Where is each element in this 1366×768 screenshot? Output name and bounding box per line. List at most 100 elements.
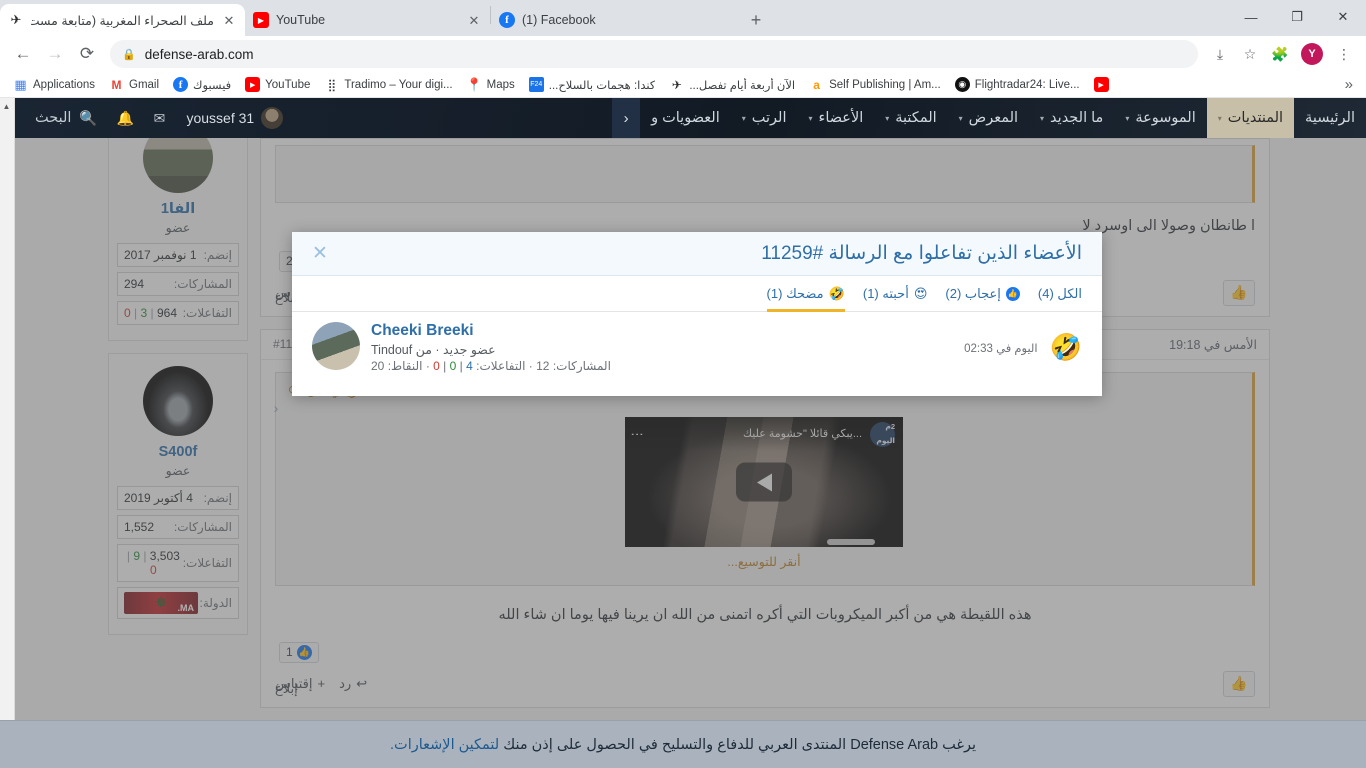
maps-pin-icon: 📍 bbox=[467, 77, 482, 92]
chevron-down-icon: ▾ bbox=[1125, 114, 1129, 123]
tab-funny[interactable]: 🤣 مضحك (1) bbox=[767, 276, 845, 312]
new-tab-button[interactable]: + bbox=[742, 6, 770, 34]
puzzle-icon[interactable]: 🧩 bbox=[1266, 40, 1294, 68]
bookmark-label: الآن أربعة أيام تفصل... bbox=[689, 78, 795, 92]
nav-item-forums[interactable]: المنتديات ▾ bbox=[1207, 98, 1294, 138]
page-scrollbar[interactable]: ▲ ▼ bbox=[0, 98, 15, 768]
reactions-positive: 4 bbox=[466, 359, 473, 373]
nav-label: الموسوعة bbox=[1135, 110, 1195, 126]
tab-like[interactable]: 👍 إعجاب (2) bbox=[945, 276, 1019, 312]
back-button[interactable]: ← bbox=[8, 39, 38, 69]
notification-message: يرغب Defense Arab المنتدى العربي للدفاع … bbox=[503, 737, 976, 753]
nav-label: الأعضاء bbox=[819, 110, 864, 126]
avatar[interactable]: Y bbox=[1301, 43, 1323, 65]
browser-tab-strip: ✈ ملف الصحراء المغربية (متابعة مست ✕ ▶ Y… bbox=[0, 0, 1366, 36]
notification-text: يرغب Defense Arab المنتدى العربي للدفاع … bbox=[390, 737, 976, 753]
bookmark-flightradar[interactable]: ◉ Flightradar24: Live... bbox=[949, 74, 1086, 95]
reactions-negative: 0 bbox=[433, 359, 440, 373]
forum-navbar: الرئيسية المنتديات ▾ الموسوعة ▾ ما الجدي… bbox=[15, 98, 1366, 138]
tab-close-icon[interactable]: ✕ bbox=[466, 12, 482, 28]
scroll-up-icon[interactable]: ▲ bbox=[0, 98, 14, 114]
bookmark-youtube[interactable]: ▶ YouTube bbox=[239, 74, 316, 95]
nav-item-members[interactable]: الأعضاء ▾ bbox=[797, 98, 874, 138]
nav-label: الرئيسية bbox=[1305, 110, 1355, 126]
gmail-icon: M bbox=[109, 77, 124, 92]
browser-tab-2-title: YouTube bbox=[276, 13, 459, 27]
page-title: الأعضاء الذين تفاعلوا مع الرسالة #11259 bbox=[761, 242, 1082, 265]
browser-tab-3-title: (1) Facebook bbox=[522, 13, 728, 27]
bell-icon[interactable]: 🔔 bbox=[109, 98, 141, 138]
install-icon[interactable]: ⤓ bbox=[1206, 40, 1234, 68]
tab-love[interactable]: 😍 أحبته (1) bbox=[863, 276, 928, 312]
heart-eyes-icon: 😍 bbox=[914, 286, 928, 302]
nav-item-gallery[interactable]: المعرض ▾ bbox=[948, 98, 1029, 138]
nav-label: العضويات و bbox=[651, 110, 720, 126]
bookmark-label: Maps bbox=[487, 79, 515, 91]
nav-label: الرتب bbox=[752, 110, 787, 126]
bookmark-maps[interactable]: 📍 Maps bbox=[461, 74, 521, 95]
bookmark-amazon[interactable]: a Self Publishing | Am... bbox=[803, 74, 947, 95]
nav-label: المعرض bbox=[969, 110, 1018, 126]
nav-label: المكتبة bbox=[895, 110, 936, 126]
points-value: 20 bbox=[371, 359, 384, 373]
facebook-icon: f bbox=[173, 77, 188, 92]
minimize-button[interactable]: — bbox=[1228, 0, 1274, 34]
reaction-info: 🤣 اليوم في 02:33 bbox=[964, 332, 1082, 363]
address-bar[interactable]: 🔒 defense-arab.com bbox=[110, 40, 1198, 68]
modal-header: الأعضاء الذين تفاعلوا مع الرسالة #11259 … bbox=[292, 232, 1102, 276]
nav-user-menu[interactable]: youssef 31 bbox=[177, 107, 292, 129]
browser-tab-3[interactable]: f (1) Facebook bbox=[491, 4, 736, 36]
bookmark-gmail[interactable]: M Gmail bbox=[103, 74, 165, 95]
tab-all[interactable]: الكل (4) bbox=[1038, 276, 1082, 312]
jet-icon: ✈ bbox=[8, 12, 24, 28]
bookmark-news[interactable]: ✈ الآن أربعة أيام تفصل... bbox=[663, 74, 801, 95]
reactions-modal: الأعضاء الذين تفاعلوا مع الرسالة #11259 … bbox=[292, 232, 1102, 396]
bookmark-youtube-2[interactable]: ▶ bbox=[1088, 74, 1115, 95]
collapse-sidebar-icon[interactable]: ‹ bbox=[268, 393, 284, 423]
bookmark-france24[interactable]: F24 كندا: هجمات بالسلاح... bbox=[523, 74, 662, 95]
bookmark-applications[interactable]: ▦ Applications bbox=[7, 74, 101, 95]
forward-button[interactable]: → bbox=[40, 39, 70, 69]
kebab-menu-icon[interactable]: ⋮ bbox=[1330, 40, 1358, 68]
bookmark-label: Tradimo – Your digi... bbox=[344, 79, 452, 91]
posts-value: 12 bbox=[536, 359, 549, 373]
flightradar-icon: ◉ bbox=[955, 77, 970, 92]
member-meta: Cheeki Breeki عضو جديد · من Tindouf المش… bbox=[371, 322, 611, 373]
avatar[interactable] bbox=[312, 322, 360, 370]
nav-username: youssef 31 bbox=[186, 110, 254, 126]
close-window-button[interactable]: ✕ bbox=[1320, 0, 1366, 34]
bookmarks-overflow-button[interactable]: » bbox=[1339, 76, 1359, 93]
bookmark-tradimo[interactable]: ⣿ Tradimo – Your digi... bbox=[318, 74, 458, 95]
nav-scroll-back-button[interactable]: ‹ bbox=[612, 98, 640, 138]
envelope-icon[interactable]: ✉ bbox=[143, 98, 175, 138]
nav-item-memberships[interactable]: العضويات و bbox=[640, 98, 731, 138]
navbar-right-group: youssef 31 ✉ 🔔 🔍 البحث bbox=[15, 98, 292, 138]
browser-tab-1[interactable]: ✈ ملف الصحراء المغربية (متابعة مست ✕ bbox=[0, 4, 245, 36]
bookmark-label: كندا: هجمات بالسلاح... bbox=[549, 78, 656, 92]
tradimo-icon: ⣿ bbox=[324, 77, 339, 92]
nav-item-home[interactable]: الرئيسية bbox=[1294, 98, 1366, 138]
star-icon[interactable]: ☆ bbox=[1236, 40, 1264, 68]
close-icon[interactable]: ✕ bbox=[312, 244, 328, 263]
nav-item-ranks[interactable]: الرتب ▾ bbox=[731, 98, 798, 138]
scrollbar-thumb[interactable] bbox=[2, 116, 13, 726]
maximize-button[interactable]: ❐ bbox=[1274, 0, 1320, 34]
member-name[interactable]: Cheeki Breeki bbox=[371, 322, 611, 340]
reload-button[interactable]: ⟳ bbox=[72, 39, 102, 69]
browser-tab-1-title: ملف الصحراء المغربية (متابعة مست bbox=[31, 13, 214, 28]
chevron-down-icon: ▾ bbox=[808, 114, 812, 123]
nav-search-button[interactable]: 🔍 البحث bbox=[25, 110, 107, 127]
nav-item-encyclopedia[interactable]: الموسوعة ▾ bbox=[1114, 98, 1206, 138]
nav-item-library[interactable]: المكتبة ▾ bbox=[874, 98, 947, 138]
chevron-down-icon: ▾ bbox=[885, 114, 889, 123]
address-bar-url: defense-arab.com bbox=[145, 47, 254, 62]
browser-tab-2[interactable]: ▶ YouTube ✕ bbox=[245, 4, 490, 36]
nav-item-whats-new[interactable]: ما الجديد ▾ bbox=[1029, 98, 1114, 138]
bookmark-facebook[interactable]: f فيسبوك bbox=[167, 74, 237, 95]
enable-notifications-link[interactable]: لتمكين الإشعارات. bbox=[390, 737, 499, 753]
bookmark-label: Self Publishing | Am... bbox=[829, 79, 941, 91]
reaction-time: اليوم في 02:33 bbox=[964, 341, 1037, 355]
chevron-down-icon: ▾ bbox=[742, 114, 746, 123]
posts-label: المشاركات: bbox=[553, 359, 611, 373]
tab-close-icon[interactable]: ✕ bbox=[221, 12, 237, 28]
